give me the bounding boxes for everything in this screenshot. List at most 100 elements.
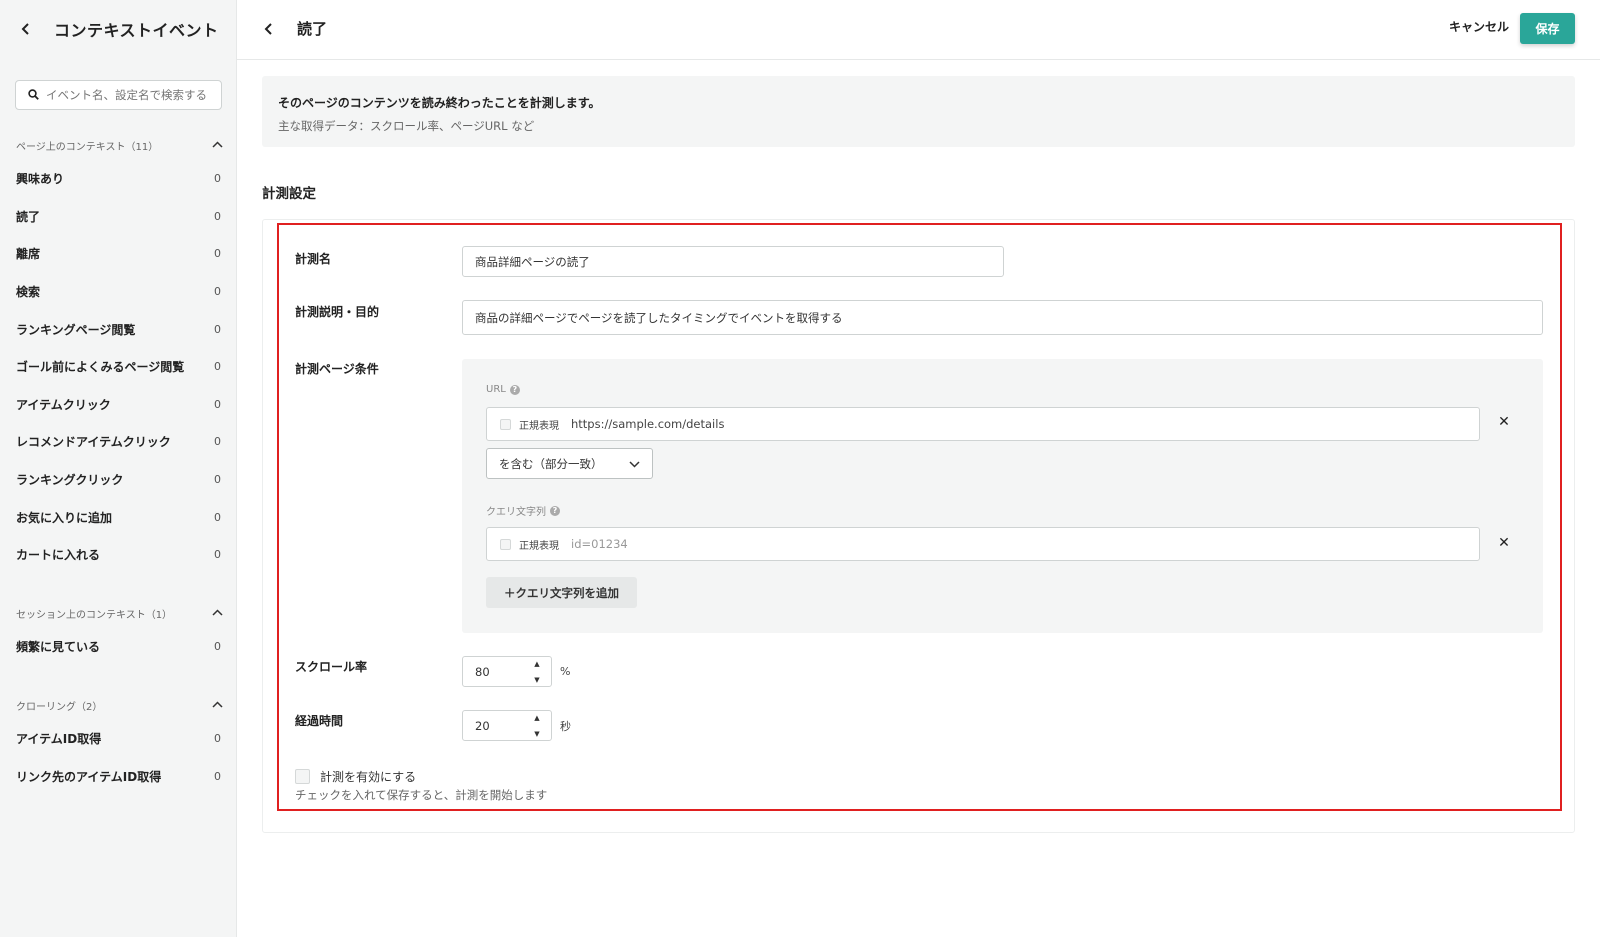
sidebar-item-label: 興味あり bbox=[16, 172, 65, 187]
cancel-button[interactable]: キャンセル bbox=[1449, 18, 1509, 35]
sidebar-item-count: 0 bbox=[214, 209, 221, 223]
sidebar-item-count: 0 bbox=[214, 285, 221, 299]
chevron-up-icon[interactable] bbox=[212, 140, 223, 151]
regex-label: 正規表現 bbox=[519, 420, 559, 432]
sidebar-item-label: ランキングページ閲覧 bbox=[16, 322, 136, 337]
sidebar-section-crawling: クローリング（2） アイテムID取得 0 リンク先のアイテムID取得 0 bbox=[0, 690, 237, 795]
match-type-select[interactable]: を含む（部分一致） bbox=[486, 448, 653, 479]
sidebar-item-label: 離席 bbox=[16, 247, 41, 262]
description-title: そのページのコンテンツを読み終わったことを計測します。 bbox=[278, 96, 601, 110]
caret-down-icon[interactable]: ▼ bbox=[534, 676, 539, 684]
sidebar-item-label: 読了 bbox=[16, 209, 41, 224]
sidebar-item-ranking-click[interactable]: ランキングクリック 0 bbox=[0, 461, 237, 499]
name-input[interactable] bbox=[462, 246, 1004, 277]
close-icon[interactable]: ✕ bbox=[1497, 535, 1511, 551]
sidebar-header: コンテキストイベント bbox=[0, 0, 236, 58]
match-type-value: を含む（部分一致） bbox=[499, 456, 603, 471]
description-box: そのページのコンテンツを読み終わったことを計測します。 主な取得データ：スクロー… bbox=[262, 76, 1575, 147]
sidebar-item-count: 0 bbox=[214, 322, 221, 336]
caret-up-icon[interactable]: ▲ bbox=[534, 714, 539, 722]
section-header-label: クローリング（2） bbox=[16, 701, 103, 713]
sidebar-item-recommend-click[interactable]: レコメンドアイテムクリック 0 bbox=[0, 423, 237, 461]
sidebar-item-count: 0 bbox=[214, 548, 221, 562]
sidebar: コンテキストイベント ページ上のコンテキスト（11） 興味あり 0 読了 0 離席 0… bbox=[0, 0, 237, 937]
chevron-up-icon[interactable] bbox=[212, 608, 223, 619]
url-field[interactable]: 正規表現 https://sample.com/details bbox=[486, 407, 1480, 441]
time-unit: 秒 bbox=[560, 720, 571, 733]
sidebar-item-item-click[interactable]: アイテムクリック 0 bbox=[0, 386, 237, 424]
query-placeholder[interactable]: id=01234 bbox=[571, 537, 628, 551]
section-header[interactable]: クローリング（2） bbox=[0, 690, 237, 720]
section-title: 計測設定 bbox=[262, 186, 316, 202]
sidebar-item-cart[interactable]: カートに入れる 0 bbox=[0, 536, 237, 574]
description-subtitle: 主な取得データ：スクロール率、ページURL など bbox=[278, 119, 535, 133]
sidebar-item-pre-goal[interactable]: ゴール前によくみるページ閲覧 0 bbox=[0, 348, 237, 386]
sidebar-item-count: 0 bbox=[214, 640, 221, 654]
description-input[interactable] bbox=[462, 300, 1543, 335]
query-label: クエリ文字列 ? bbox=[486, 503, 560, 518]
sidebar-item-label: カートに入れる bbox=[16, 548, 101, 563]
search-icon bbox=[28, 89, 40, 101]
sidebar-item-label: ゴール前によくみるページ閲覧 bbox=[16, 360, 185, 375]
section-header[interactable]: ページ上のコンテキスト（11） bbox=[0, 130, 237, 160]
close-icon[interactable]: ✕ bbox=[1497, 414, 1511, 430]
sidebar-item-dokuryo[interactable]: 読了 0 bbox=[0, 198, 237, 236]
url-value[interactable]: https://sample.com/details bbox=[571, 417, 724, 431]
chevron-up-icon[interactable] bbox=[212, 700, 223, 711]
chevron-down-icon bbox=[629, 457, 640, 471]
sidebar-item-link-item-id[interactable]: リンク先のアイテムID取得 0 bbox=[0, 758, 237, 796]
stepper-arrows[interactable]: ▲ ▼ bbox=[529, 660, 545, 684]
section-header-label: ページ上のコンテキスト（11） bbox=[16, 141, 159, 153]
caret-down-icon[interactable]: ▼ bbox=[534, 730, 539, 738]
top-bar: 読了 キャンセル 保存 bbox=[237, 0, 1600, 60]
add-query-button[interactable]: ＋クエリ文字列を追加 bbox=[486, 577, 637, 608]
sidebar-item-label: アイテムID取得 bbox=[16, 732, 102, 747]
search-input[interactable] bbox=[46, 88, 216, 102]
query-field[interactable]: 正規表現 id=01234 bbox=[486, 527, 1480, 561]
scroll-rate-label: スクロール率 bbox=[295, 660, 368, 674]
sidebar-item-ranking-view[interactable]: ランキングページ閲覧 0 bbox=[0, 310, 237, 348]
url-label-text: URL bbox=[486, 384, 506, 395]
enable-label: 計測を有効にする bbox=[320, 770, 417, 784]
regex-checkbox[interactable] bbox=[500, 538, 511, 550]
sidebar-section-page-context: ページ上のコンテキスト（11） 興味あり 0 読了 0 離席 0 検索 0 ランキングペ… bbox=[0, 130, 237, 574]
sidebar-item-count: 0 bbox=[214, 247, 221, 261]
sidebar-section-session-context: セッション上のコンテキスト（1） 頻繁に見ている 0 bbox=[0, 598, 237, 666]
sidebar-item-count: 0 bbox=[214, 732, 221, 746]
sidebar-item-label: レコメンドアイテムクリック bbox=[16, 435, 171, 450]
sidebar-item-item-id[interactable]: アイテムID取得 0 bbox=[0, 720, 237, 758]
sidebar-item-frequent[interactable]: 頻繁に見ている 0 bbox=[0, 628, 237, 666]
regex-checkbox[interactable] bbox=[500, 418, 511, 430]
description-label: 計測説明・目的 bbox=[295, 305, 380, 319]
page-condition-label: 計測ページ条件 bbox=[295, 362, 379, 376]
enable-row[interactable]: 計測を有効にする bbox=[295, 768, 416, 785]
elapsed-time-stepper[interactable]: 20 ▲ ▼ bbox=[462, 710, 552, 741]
name-label: 計測名 bbox=[295, 252, 332, 266]
stepper-arrows[interactable]: ▲ ▼ bbox=[529, 714, 545, 738]
sidebar-item-kensaku[interactable]: 検索 0 bbox=[0, 273, 237, 311]
search-box[interactable] bbox=[15, 80, 222, 110]
sidebar-item-count: 0 bbox=[214, 769, 221, 783]
scroll-rate-stepper[interactable]: 80 ▲ ▼ bbox=[462, 656, 552, 687]
scroll-rate-value: 80 bbox=[475, 664, 490, 679]
back-arrow-icon[interactable] bbox=[18, 21, 34, 37]
help-icon[interactable]: ? bbox=[509, 384, 520, 395]
sidebar-item-count: 0 bbox=[214, 360, 221, 374]
help-icon[interactable]: ? bbox=[550, 505, 560, 516]
sidebar-item-kyoumi[interactable]: 興味あり 0 bbox=[0, 160, 237, 198]
query-label-text: クエリ文字列 bbox=[486, 507, 546, 518]
scroll-unit: % bbox=[560, 665, 571, 678]
sidebar-item-favorite[interactable]: お気に入りに追加 0 bbox=[0, 498, 237, 536]
enable-help-text: チェックを入れて保存すると、計測を開始します bbox=[295, 788, 548, 802]
back-arrow-icon[interactable] bbox=[264, 22, 280, 38]
page-title: 読了 bbox=[297, 20, 328, 38]
caret-up-icon[interactable]: ▲ bbox=[534, 660, 539, 668]
sidebar-item-label: リンク先のアイテムID取得 bbox=[16, 769, 162, 784]
save-button[interactable]: 保存 bbox=[1520, 13, 1575, 44]
sidebar-item-count: 0 bbox=[214, 473, 221, 487]
section-header[interactable]: セッション上のコンテキスト（1） bbox=[0, 598, 237, 628]
enable-checkbox[interactable] bbox=[295, 769, 310, 784]
sidebar-item-label: 検索 bbox=[16, 285, 41, 300]
sidebar-item-riseki[interactable]: 離席 0 bbox=[0, 235, 237, 273]
sidebar-item-label: 頻繁に見ている bbox=[16, 640, 101, 655]
